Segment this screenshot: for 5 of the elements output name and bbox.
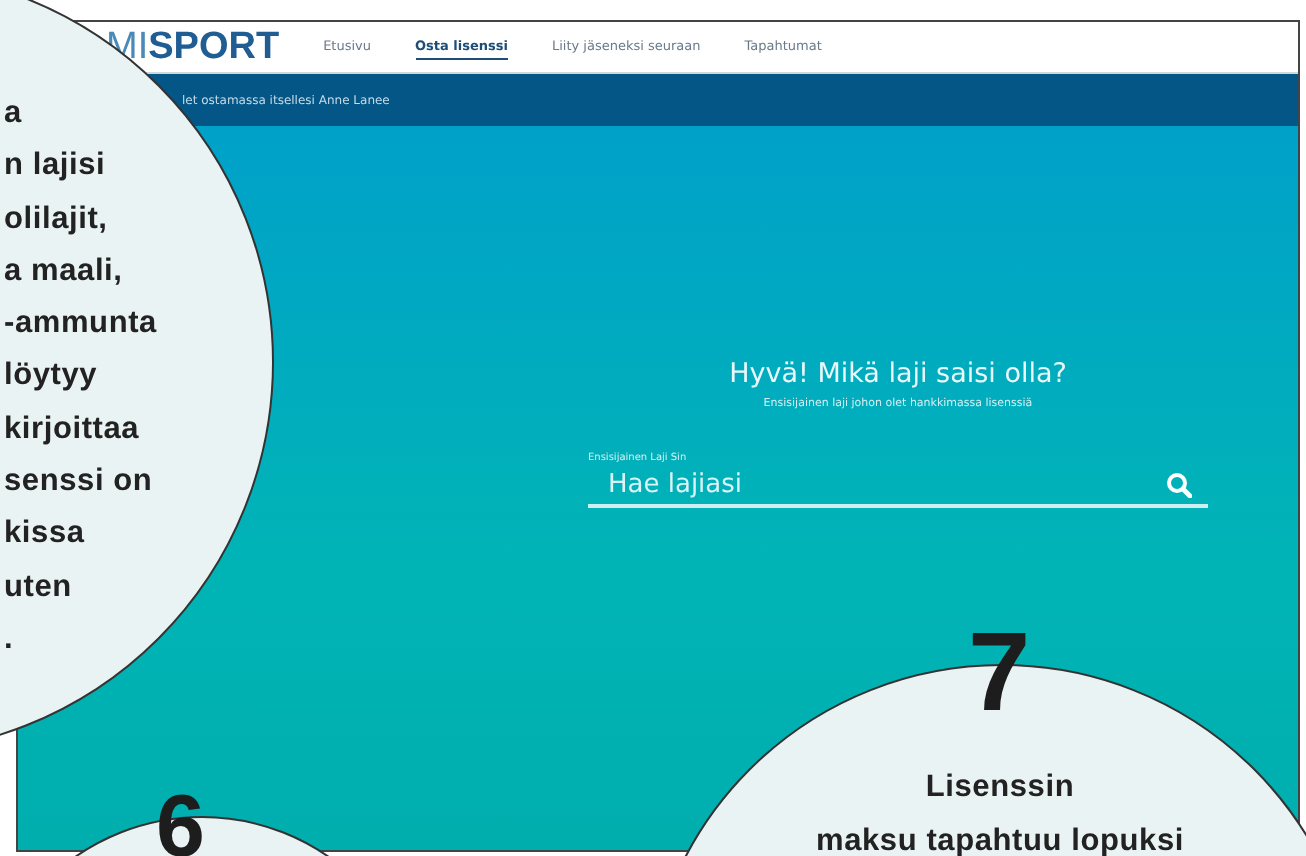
heading: Hyvä! Mikä laji saisi olla? (729, 358, 1067, 390)
search-icon[interactable] (1166, 472, 1192, 498)
callout-text: Lisenssin maksu tapahtuu lopuksi (813, 768, 1187, 856)
search-field[interactable]: Hae lajiasi (588, 464, 1208, 508)
callout-text: a n lajisi olilajit, a maali, -ammunta löytyy kirjoittaa senssi on kissa uten . (2, 94, 157, 660)
